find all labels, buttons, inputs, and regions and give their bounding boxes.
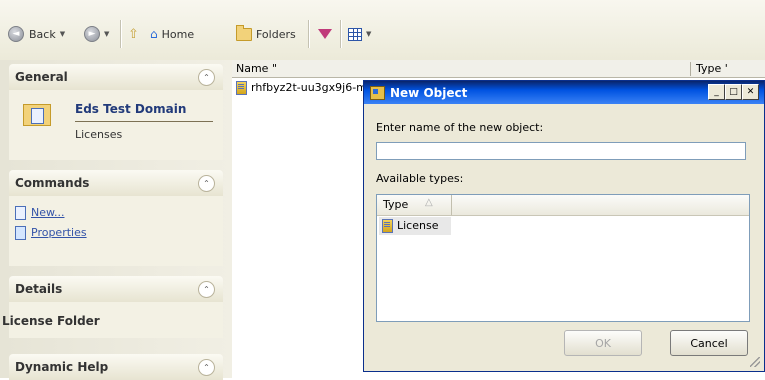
sort-ascending-icon: △ [425, 197, 433, 208]
minimize-icon[interactable]: _ [708, 84, 725, 100]
new-link[interactable]: New... [31, 206, 64, 219]
resize-grip-icon[interactable] [750, 357, 760, 367]
name-prompt-label: Enter name of the new object: [376, 121, 544, 134]
collapse-icon[interactable]: ⌃ [198, 69, 215, 86]
license-icon [236, 81, 247, 95]
collapse-icon[interactable]: ⌃ [198, 359, 215, 376]
filter-icon [318, 29, 332, 39]
back-button[interactable]: ◄ Back ▼ [8, 25, 65, 43]
home-icon: ⌂ [150, 27, 158, 41]
details-panel-body: License Folder [2, 302, 223, 338]
list-item-name: rhfbyz2t-uu3gx9j6-m [251, 81, 367, 94]
panel-title: Details [15, 282, 63, 296]
dynamic-help-panel-header[interactable]: Dynamic Help ⌃ [9, 354, 223, 380]
toolbar-separator [340, 20, 342, 48]
chevron-down-icon: ▼ [366, 30, 372, 38]
new-object-dialog: New Object _ □ ✕ Enter name of the new o… [363, 80, 765, 372]
types-header: Type △ [377, 195, 749, 216]
available-types-label: Available types: [376, 172, 464, 185]
forward-arrow-icon: ► [84, 26, 100, 42]
new-command[interactable]: New... [15, 206, 64, 220]
folders-label: Folders [256, 27, 296, 41]
commands-panel: Commands ⌃ New... Properties [9, 170, 223, 266]
folders-button[interactable]: Folders [236, 24, 296, 43]
commands-panel-body: New... Properties [9, 196, 223, 266]
properties-link[interactable]: Properties [31, 226, 87, 239]
type-label: License [397, 219, 439, 232]
home-button[interactable]: ⌂ Home [150, 25, 194, 43]
object-name-input[interactable] [376, 142, 746, 160]
domain-folder-icon [23, 100, 51, 126]
list-item[interactable]: rhfbyz2t-uu3gx9j6-m [236, 80, 367, 96]
back-label: Back [29, 27, 56, 41]
license-icon [382, 219, 393, 233]
up-folder-button[interactable]: ⇧ [128, 25, 139, 43]
toolbar-separator [120, 20, 122, 48]
column-header-name[interactable]: Name " [232, 60, 694, 77]
general-panel: General ⌃ Eds Test Domain Licenses [9, 64, 223, 160]
dialog-title: New Object [390, 86, 468, 100]
panel-title: Commands [15, 176, 90, 190]
general-panel-body: Eds Test Domain Licenses [9, 90, 223, 160]
types-column-header[interactable]: Type △ [377, 195, 452, 215]
maximize-icon[interactable]: □ [725, 84, 742, 100]
dialog-app-icon [370, 86, 385, 100]
divider [75, 121, 213, 122]
toolbar: ◄ Back ▼ ► ▼ ⇧ ⌂ Home Folders ▼ [0, 0, 765, 61]
new-document-icon [15, 206, 26, 220]
chevron-down-icon: ▼ [59, 30, 66, 38]
types-listview[interactable]: Type △ License [376, 194, 750, 322]
list-header: Name " Type ' [232, 60, 765, 78]
properties-icon [15, 226, 26, 240]
forward-button[interactable]: ► ▼ [84, 25, 109, 43]
close-icon[interactable]: ✕ [742, 84, 759, 100]
home-label: Home [161, 27, 195, 41]
general-panel-header[interactable]: General ⌃ [9, 64, 223, 90]
back-arrow-icon: ◄ [8, 26, 24, 42]
view-button[interactable]: ▼ [348, 25, 371, 43]
toolbar-separator [308, 20, 310, 48]
commands-panel-header[interactable]: Commands ⌃ [9, 170, 223, 196]
ok-button[interactable]: OK [564, 330, 642, 356]
cancel-button[interactable]: Cancel [670, 330, 748, 356]
task-pane: General ⌃ Eds Test Domain Licenses Comma… [0, 60, 232, 380]
folder-icon [236, 24, 252, 41]
licenses-label: Licenses [75, 128, 123, 141]
types-list-item[interactable]: License [379, 217, 451, 235]
dialog-title-bar[interactable]: New Object _ □ ✕ [364, 81, 764, 104]
details-text: License Folder [2, 314, 100, 328]
details-panel: Details ⌃ License Folder [2, 276, 223, 338]
collapse-icon[interactable]: ⌃ [198, 175, 215, 192]
panel-title: General [15, 70, 68, 84]
column-header-type[interactable]: Type ' [692, 60, 765, 77]
up-folder-icon: ⇧ [128, 26, 139, 42]
panel-title: Dynamic Help [15, 360, 109, 374]
view-grid-icon [348, 27, 362, 41]
column-divider[interactable] [690, 62, 691, 76]
chevron-down-icon: ▼ [104, 30, 110, 38]
dynamic-help-panel: Dynamic Help ⌃ [9, 354, 223, 380]
details-panel-header[interactable]: Details ⌃ [9, 276, 223, 302]
domain-name: Eds Test Domain [75, 102, 187, 116]
filter-button[interactable] [318, 25, 332, 43]
properties-command[interactable]: Properties [15, 226, 87, 240]
collapse-icon[interactable]: ⌃ [198, 281, 215, 298]
